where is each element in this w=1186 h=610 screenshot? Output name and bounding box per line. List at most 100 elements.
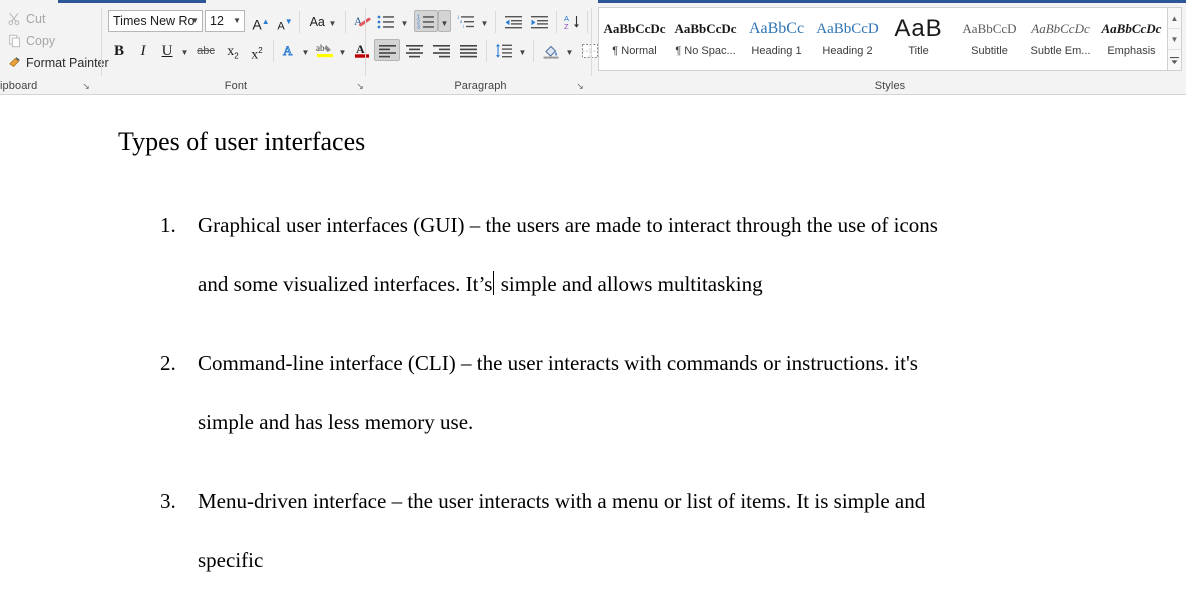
list-item-line: Command-line interface (CLI) – the user … bbox=[198, 351, 918, 375]
style-name: Emphasis bbox=[1107, 45, 1156, 57]
list-item[interactable]: 3. Menu-driven interface – the user inter… bbox=[160, 472, 1160, 590]
copy-label: Copy bbox=[26, 34, 56, 48]
styles-gallery: AaBbCcDc ¶ Normal AaBbCcDc ¶ No Spac... AaBb… bbox=[598, 7, 1168, 71]
style-preview: AaBbCcDc bbox=[1031, 21, 1090, 36]
copy-button[interactable]: Copy bbox=[6, 31, 55, 51]
decrease-indent-icon bbox=[502, 14, 525, 30]
list-item[interactable]: 1. Graphical user interfaces (GUI) – the … bbox=[160, 196, 1160, 314]
styles-scroll-down-button[interactable]: ▼ bbox=[1168, 29, 1181, 50]
multilevel-list-icon: 1 a i bbox=[455, 14, 477, 30]
underline-dropdown[interactable]: ▼ bbox=[178, 39, 191, 61]
style-name: Heading 2 bbox=[822, 45, 873, 57]
styles-scroll-up-button[interactable]: ▲ bbox=[1168, 8, 1181, 29]
shading-dropdown[interactable]: ▼ bbox=[563, 39, 576, 61]
svg-text:3: 3 bbox=[417, 25, 420, 30]
styles-more-button[interactable] bbox=[1168, 50, 1181, 70]
shrink-font-button[interactable]: A▼ bbox=[274, 10, 296, 32]
styles-scrollbar[interactable]: ▲ ▼ bbox=[1167, 7, 1182, 71]
document-heading[interactable]: Types of user interfaces bbox=[118, 127, 365, 157]
strikethrough-button[interactable]: abc bbox=[193, 39, 219, 61]
style-chip-subtitle[interactable]: AaBbCcD Subtitle bbox=[954, 8, 1025, 70]
format-painter-icon bbox=[6, 53, 24, 73]
style-chip-heading-2[interactable]: AaBbCcD Heading 2 bbox=[812, 8, 883, 70]
bold-button[interactable]: B bbox=[108, 39, 130, 61]
font-dialog-launcher[interactable]: ↘ bbox=[354, 80, 366, 92]
more-styles-icon bbox=[1170, 56, 1179, 64]
scissors-icon bbox=[6, 9, 24, 29]
line-spacing-icon bbox=[493, 43, 515, 59]
list-item-line-text: simple and has less memory use. bbox=[198, 410, 474, 434]
grow-arrow-icon: ▲ bbox=[261, 17, 270, 26]
align-left-button[interactable] bbox=[374, 39, 400, 61]
paragraph-group-label: Paragraph bbox=[454, 80, 507, 92]
line-spacing-dropdown[interactable]: ▼ bbox=[516, 39, 529, 61]
style-preview: AaBbCcDc bbox=[674, 21, 737, 36]
justify-icon bbox=[456, 43, 480, 59]
list-item-number: 1. bbox=[160, 213, 176, 237]
chevron-down-icon: ▼ bbox=[328, 19, 337, 28]
decrease-indent-button[interactable] bbox=[501, 10, 526, 32]
style-chip-normal[interactable]: AaBbCcDc ¶ Normal bbox=[599, 8, 670, 70]
list-item-line-text: simple and allows multitasking bbox=[495, 272, 763, 296]
font-group-label: Font bbox=[224, 80, 248, 92]
highlight-dropdown[interactable]: ▼ bbox=[336, 39, 349, 61]
style-chip-emphasis[interactable]: AaBbCcDc Emphasis bbox=[1096, 8, 1167, 70]
svg-text:ab: ab bbox=[316, 43, 325, 53]
bullets-dropdown[interactable]: ▼ bbox=[398, 10, 411, 32]
increase-indent-button[interactable] bbox=[527, 10, 552, 32]
underline-button[interactable]: U bbox=[156, 39, 178, 61]
chevron-down-icon: ▼ bbox=[480, 19, 489, 28]
align-center-button[interactable] bbox=[401, 39, 427, 61]
format-painter-button[interactable]: Format Painter bbox=[6, 53, 109, 73]
line-spacing-button[interactable] bbox=[492, 39, 516, 61]
chevron-down-icon: ▼ bbox=[565, 48, 574, 57]
style-preview: AaBbCcD bbox=[962, 21, 1017, 36]
paragraph-group: ▼ 1 2 3 ▼ 1 a i ▼ A Z ▼ ▼ Paragraph ↘ bbox=[368, 3, 612, 95]
style-chip-heading-1[interactable]: AaBbCс Heading 1 bbox=[741, 8, 812, 70]
cut-button[interactable]: Cut bbox=[6, 9, 45, 29]
subscript-index: 2 bbox=[234, 51, 239, 61]
numbering-button[interactable]: 1 2 3 bbox=[414, 10, 438, 32]
svg-text:A: A bbox=[354, 16, 363, 28]
shrink-arrow-icon: ▼ bbox=[284, 17, 293, 26]
chevron-down-icon: ▼ bbox=[180, 48, 189, 57]
font-size-value: 12 bbox=[210, 14, 224, 28]
chevron-down-icon[interactable]: ▼ bbox=[191, 11, 199, 31]
text-effects-button[interactable]: A bbox=[278, 39, 300, 61]
bullets-button[interactable] bbox=[374, 10, 398, 32]
multilevel-list-button[interactable]: 1 a i bbox=[454, 10, 478, 32]
paragraph-dialog-launcher[interactable]: ↘ bbox=[574, 80, 586, 92]
italic-button[interactable]: I bbox=[132, 39, 154, 61]
justify-button[interactable] bbox=[455, 39, 481, 61]
shading-button[interactable] bbox=[539, 39, 563, 61]
superscript-index: 2 bbox=[258, 46, 263, 55]
divider bbox=[273, 40, 274, 62]
chevron-down-icon[interactable]: ▼ bbox=[233, 11, 241, 31]
font-group: Times New Ro ▼ 12 ▼ A▲ A▼ Aa ▼ A B I U ▼… bbox=[105, 3, 383, 95]
style-preview: AaBbCcDc bbox=[1101, 21, 1162, 36]
svg-text:i: i bbox=[463, 24, 464, 29]
numbering-dropdown[interactable]: ▼ bbox=[438, 10, 451, 32]
grow-font-button[interactable]: A▲ bbox=[250, 10, 272, 32]
clipboard-dialog-launcher[interactable]: ↘ bbox=[80, 80, 92, 92]
superscript-button[interactable]: x2 bbox=[245, 39, 269, 62]
change-case-button[interactable]: Aa ▼ bbox=[305, 10, 341, 32]
divider bbox=[486, 40, 487, 62]
style-chip-no-spac[interactable]: AaBbCcDc ¶ No Spac... bbox=[670, 8, 741, 70]
list-item[interactable]: 2. Command-line interface (CLI) – the use… bbox=[160, 334, 1160, 452]
multilevel-list-dropdown[interactable]: ▼ bbox=[478, 10, 491, 32]
list-item-text: Menu-driven interface – the user interac… bbox=[198, 472, 1160, 590]
document-canvas[interactable]: Types of user interfaces 1. Graphical use… bbox=[0, 96, 1186, 572]
highlight-button[interactable]: ab bbox=[313, 39, 337, 61]
list-item-text: Graphical user interfaces (GUI) – the us… bbox=[198, 196, 1160, 314]
subscript-button[interactable]: x2 bbox=[221, 39, 245, 61]
divider bbox=[556, 11, 557, 33]
style-chip-subtle-em[interactable]: AaBbCcDc Subtle Em... bbox=[1025, 8, 1096, 70]
style-chip-title[interactable]: AaB Title bbox=[883, 8, 954, 70]
font-size-box[interactable]: 12 ▼ bbox=[205, 10, 245, 32]
align-right-button[interactable] bbox=[428, 39, 454, 61]
chevron-down-icon: ▼ bbox=[301, 48, 310, 57]
sort-button[interactable]: A Z bbox=[561, 10, 585, 32]
text-effects-dropdown[interactable]: ▼ bbox=[299, 39, 312, 61]
font-name-box[interactable]: Times New Ro ▼ bbox=[108, 10, 203, 32]
